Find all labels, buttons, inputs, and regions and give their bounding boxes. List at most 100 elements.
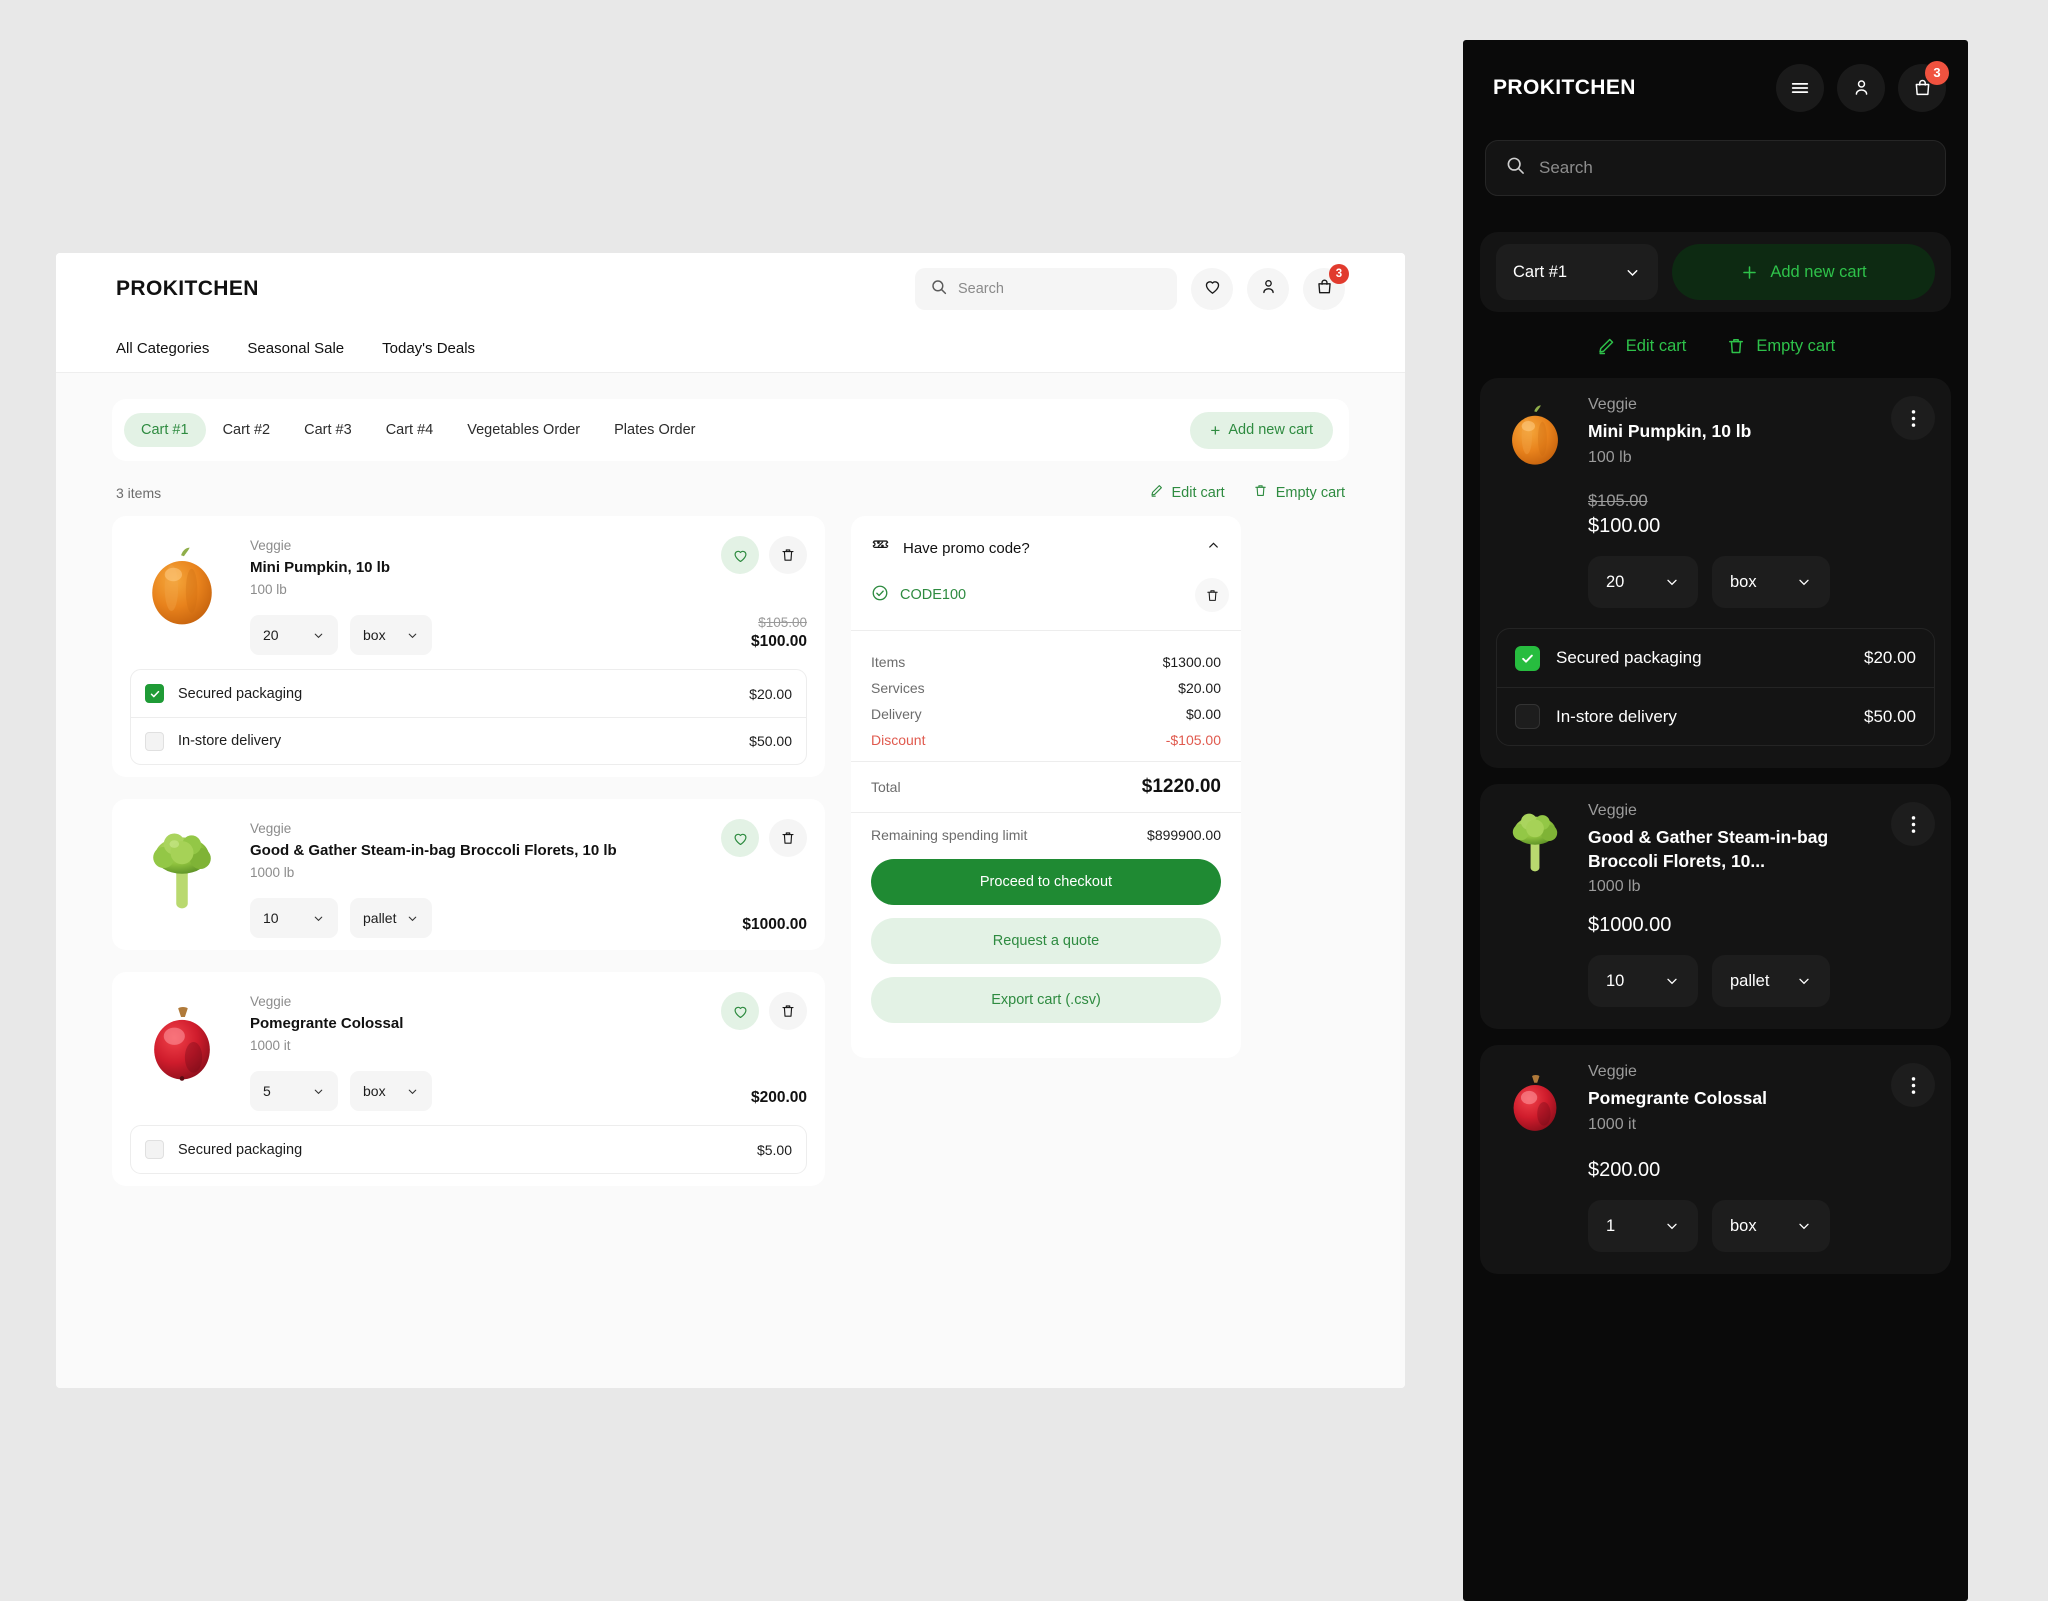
nav-item-all-categories[interactable]: All Categories <box>116 340 209 357</box>
chevron-up-icon[interactable] <box>1206 538 1221 558</box>
quantity-select[interactable]: 20 <box>250 615 338 655</box>
chevron-down-icon <box>314 1089 323 1094</box>
quantity-select[interactable]: 10 <box>250 898 338 938</box>
unit-select[interactable]: box <box>350 615 432 655</box>
cart-tab-2[interactable]: Cart #2 <box>206 413 288 447</box>
quantity-value: 10 <box>1606 971 1625 990</box>
mobile-item-menu-button[interactable] <box>1891 802 1935 846</box>
option-price: $5.00 <box>756 1141 792 1158</box>
add-new-cart-button[interactable]: + Add new cart <box>1190 411 1333 449</box>
user-icon <box>1855 80 1867 95</box>
option-checkbox[interactable] <box>1515 704 1540 729</box>
empty-cart-button[interactable]: Empty cart <box>1253 483 1345 502</box>
cart-item-row: Veggie Pomegrante Colossal 1000 it 5 box… <box>112 972 825 1186</box>
option-checkbox[interactable] <box>145 684 164 703</box>
favorite-item-button[interactable] <box>721 536 759 574</box>
price-original: $105.00 <box>1588 492 1648 510</box>
remove-promo-button[interactable] <box>1195 578 1229 612</box>
product-selectors: 5 box <box>250 1071 621 1111</box>
mobile-item-info: Veggie Mini Pumpkin, 10 lb 100 lb <box>1588 396 1877 474</box>
unit-select[interactable]: box <box>1712 1200 1830 1253</box>
option-price: $50.00 <box>1864 706 1916 726</box>
quantity-select[interactable]: 20 <box>1588 556 1698 608</box>
favorite-item-button[interactable] <box>721 992 759 1030</box>
product-subtitle: 100 lb <box>1588 448 1632 466</box>
quantity-value: 20 <box>1606 572 1625 591</box>
mobile-menu-button[interactable] <box>1776 63 1824 112</box>
mobile-item-info: Veggie Pomegrante Colossal 1000 it <box>1588 1063 1877 1141</box>
hamburger-icon <box>1791 82 1809 93</box>
edit-cart-button[interactable]: Edit cart <box>1149 483 1225 502</box>
proceed-to-checkout-button[interactable]: Proceed to checkout <box>871 859 1221 905</box>
cart-tab-1[interactable]: Cart #1 <box>124 413 206 447</box>
summary-value: $0.00 <box>1185 706 1221 722</box>
cart-tab-3[interactable]: Cart #3 <box>287 413 369 447</box>
cart-tab-4[interactable]: Cart #4 <box>369 413 451 447</box>
option-row[interactable]: In-store delivery $50.00 <box>1497 687 1934 745</box>
product-subtitle: 1000 lb <box>250 865 295 880</box>
product-image-pumpkin <box>1496 396 1574 474</box>
cart-button[interactable]: 3 <box>1303 264 1349 310</box>
summary-label: Discount <box>871 732 926 748</box>
mobile-cart-select[interactable]: Cart #1 <box>1496 244 1658 300</box>
unit-select[interactable]: box <box>350 1071 432 1111</box>
product-category: Veggie <box>250 821 292 836</box>
export-cart-button[interactable]: Export cart (.csv) <box>871 977 1221 1023</box>
quantity-select[interactable]: 10 <box>1588 955 1698 1008</box>
summary-value: $20.00 <box>1178 680 1221 696</box>
option-row[interactable]: Secured packaging $20.00 <box>1497 629 1934 687</box>
mobile-search-input[interactable]: Search <box>1485 140 1946 196</box>
option-row[interactable]: Secured packaging $20.00 <box>131 670 806 717</box>
option-checkbox[interactable] <box>145 731 164 751</box>
option-checkbox[interactable] <box>145 1140 164 1159</box>
mobile-add-new-cart-button[interactable]: Add new cart <box>1672 244 1935 300</box>
product-selectors: 10 pallet <box>250 898 621 938</box>
nav-item-seasonal-sale[interactable]: Seasonal Sale <box>247 340 344 357</box>
trash-icon <box>782 832 794 844</box>
product-category: Veggie <box>250 994 292 1009</box>
favorites-button[interactable] <box>1191 268 1233 310</box>
mobile-account-button[interactable] <box>1837 63 1885 112</box>
mobile-edit-cart-label: Edit cart <box>1625 336 1687 355</box>
account-button[interactable] <box>1247 268 1289 310</box>
mobile-cart-meta: Edit cart Empty cart <box>1480 312 1951 378</box>
promo-header[interactable]: Have promo code? <box>851 516 1241 574</box>
cart-item-main: Veggie Pomegrante Colossal 1000 it 5 box… <box>130 990 807 1111</box>
cart-item-main: Veggie Good & Gather Steam-in-bag Brocco… <box>130 817 807 938</box>
request-quote-button[interactable]: Request a quote <box>871 918 1221 964</box>
favorite-item-button[interactable] <box>721 819 759 857</box>
price-current: $100.00 <box>1588 515 1661 537</box>
mobile-cart-button[interactable]: 3 <box>1898 60 1949 112</box>
heart-icon <box>734 1006 746 1018</box>
cart-summary-column: Have promo code? CODE100 Items $1300.00 … <box>851 516 1241 1058</box>
mobile-item-selectors: 10 pallet <box>1496 955 1935 1008</box>
search-input[interactable]: Search <box>915 268 1177 310</box>
quantity-select[interactable]: 1 <box>1588 1200 1698 1253</box>
cart-columns: Veggie Mini Pumpkin, 10 lb 100 lb 20 box… <box>112 516 1349 1208</box>
summary-line-services: Services $20.00 <box>871 675 1221 701</box>
mobile-edit-cart-button[interactable]: Edit cart <box>1596 336 1687 356</box>
option-row[interactable]: In-store delivery $50.00 <box>131 717 806 764</box>
mobile-item-menu-button[interactable] <box>1891 1063 1935 1108</box>
search-icon <box>931 279 947 300</box>
mobile-item-menu-button[interactable] <box>1891 396 1935 440</box>
unit-select[interactable]: box <box>1712 556 1830 608</box>
mobile-item-prices: $200.00 <box>1496 1159 1935 1182</box>
product-image-broccoli <box>1496 802 1574 880</box>
delete-item-button[interactable] <box>769 992 807 1030</box>
cart-tab-vegetables-order[interactable]: Vegetables Order <box>450 413 597 447</box>
unit-select[interactable]: pallet <box>350 898 432 938</box>
chevron-down-icon <box>1799 579 1809 586</box>
option-row[interactable]: Secured packaging $5.00 <box>131 1126 806 1173</box>
unit-select[interactable]: pallet <box>1712 955 1830 1008</box>
quantity-select[interactable]: 5 <box>250 1071 338 1111</box>
nav-item-todays-deals[interactable]: Today's Deals <box>382 340 475 357</box>
unit-value: box <box>363 627 386 643</box>
trash-icon <box>782 549 794 561</box>
option-checkbox[interactable] <box>1515 645 1540 671</box>
cart-tab-plates-order[interactable]: Plates Order <box>597 413 712 447</box>
mobile-empty-cart-button[interactable]: Empty cart <box>1726 336 1835 356</box>
item-icon-buttons <box>721 536 807 574</box>
delete-item-button[interactable] <box>769 536 807 574</box>
delete-item-button[interactable] <box>769 819 807 857</box>
